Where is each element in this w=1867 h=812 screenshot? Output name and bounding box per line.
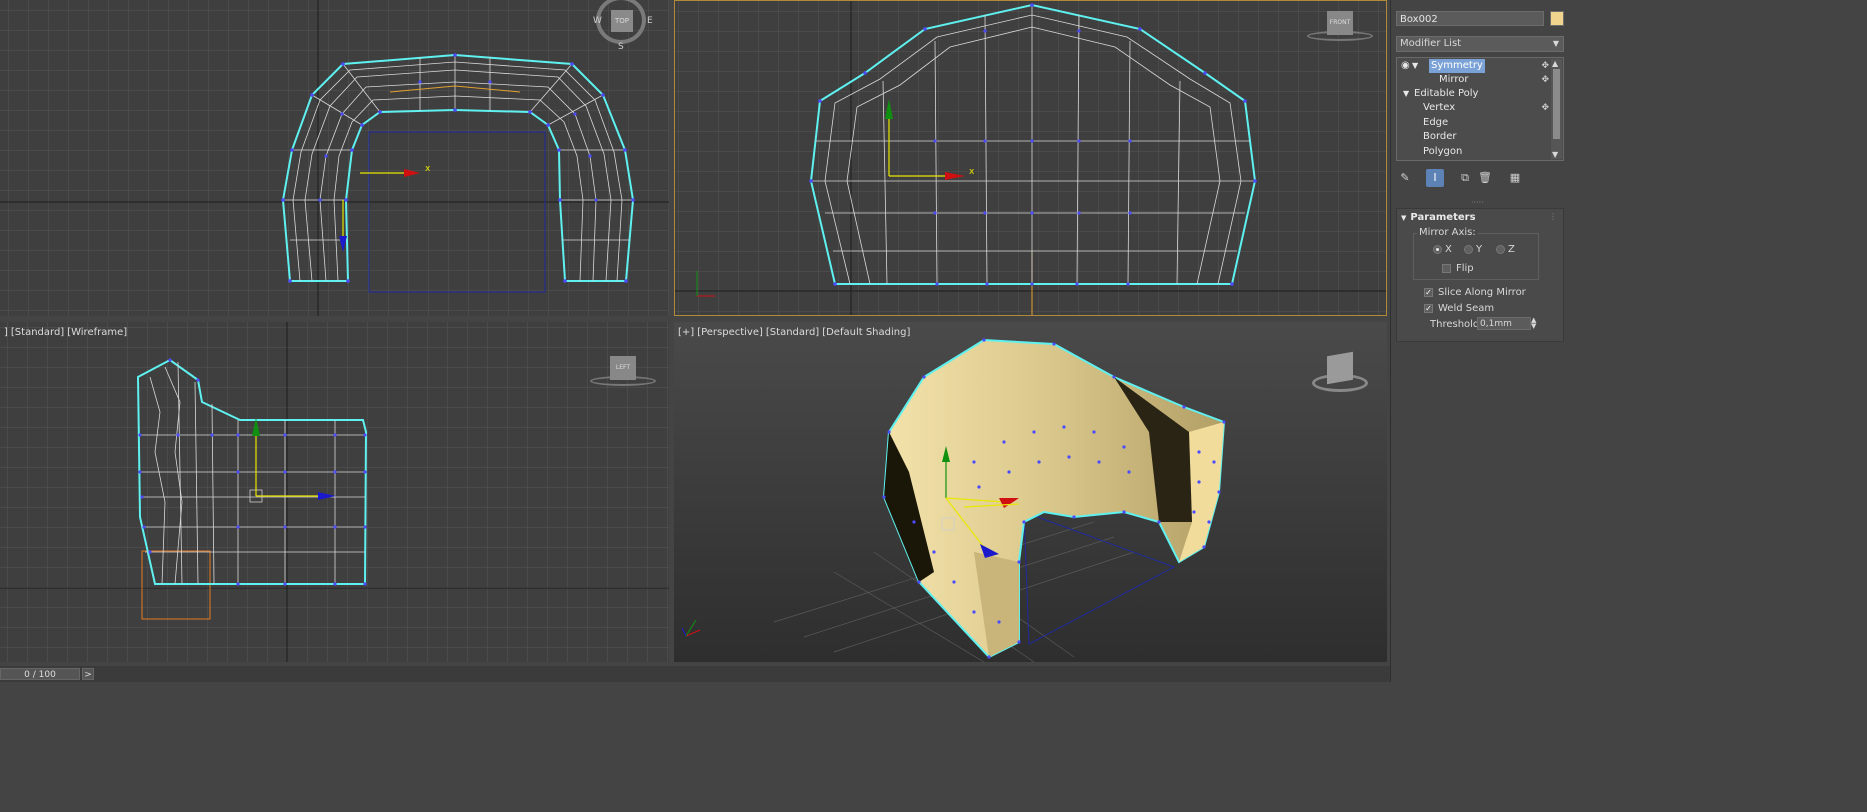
stack-item-vertex[interactable]: Vertex ✥: [1397, 101, 1551, 115]
radio-dot: [1496, 244, 1505, 254]
viewport-left-label[interactable]: ] [Standard] [Wireframe]: [4, 327, 130, 338]
stack-item-editable-poly[interactable]: ▼ Editable Poly: [1397, 87, 1551, 101]
scrollbar-thumb[interactable]: [1553, 69, 1560, 139]
viewport-left-canvas: [0, 322, 669, 662]
viewcube-left[interactable]: LEFT: [590, 354, 660, 390]
threshold-input[interactable]: 0,1mm: [1477, 317, 1531, 330]
stack-item-label: Editable Poly: [1414, 88, 1479, 99]
expand-triangle-icon[interactable]: ▼: [1412, 59, 1418, 73]
threshold-spinner[interactable]: ▲ ▼: [1531, 317, 1536, 330]
axis-x-label: x: [969, 167, 975, 177]
stack-toolbar: ✎ Ⅰ ⧉ 🗑 ▦: [1396, 169, 1564, 187]
radio-dot: [1433, 244, 1442, 254]
show-end-result-icon[interactable]: Ⅰ: [1426, 169, 1444, 187]
stack-item-label: Symmetry: [1429, 59, 1485, 73]
pin-icon: ✥: [1541, 61, 1549, 71]
stack-item-border[interactable]: Border: [1397, 130, 1551, 144]
mirror-axis-label: Mirror Axis:: [1417, 227, 1478, 238]
viewport-front-canvas: [675, 1, 1386, 315]
time-slider-bar: 0 / 100 >: [0, 666, 1390, 682]
object-color-swatch[interactable]: [1550, 11, 1564, 26]
configure-modifier-sets-icon[interactable]: ▦: [1506, 169, 1524, 187]
viewcube-compass[interactable]: TOP W E S: [593, 0, 653, 54]
chevron-down-icon: ▼: [1552, 39, 1559, 48]
panel-separator: ·····: [1471, 198, 1484, 207]
command-panel: Box002 Modifier List ▼ ◉ ▼ Symmetry ✥ Mi…: [1390, 0, 1569, 682]
checkbox-box: [1442, 263, 1451, 273]
modifier-stack[interactable]: ◉ ▼ Symmetry ✥ Mirror ✥ ▼ Editable Poly …: [1396, 57, 1564, 161]
viewport-perspective-canvas: [674, 322, 1387, 662]
rollout-header[interactable]: ▼ Parameters: [1401, 212, 1476, 223]
stack-item-label: Edge: [1423, 117, 1449, 128]
chevron-up-icon[interactable]: ▲: [1552, 59, 1558, 68]
stack-item-edge[interactable]: Edge: [1397, 116, 1551, 130]
viewcube-persp-cube: [1327, 351, 1353, 385]
stack-item-label: Mirror: [1439, 74, 1469, 85]
rollout-grip-icon: ⋮: [1549, 212, 1557, 221]
eye-icon[interactable]: ◉: [1401, 59, 1410, 73]
compass-w: W: [593, 16, 602, 26]
axis-x-radio[interactable]: X: [1433, 244, 1452, 255]
axis-z-radio[interactable]: Z: [1496, 244, 1515, 255]
check-icon: ✓: [1424, 287, 1433, 297]
axis-x-label: x: [425, 164, 431, 174]
weld-seam-checkbox[interactable]: ✓ Weld Seam: [1424, 303, 1494, 314]
pin-stack-icon[interactable]: ✎: [1396, 169, 1414, 187]
viewport-perspective[interactable]: [+] [Perspective] [Standard] [Default Shadi…: [674, 322, 1387, 662]
axis-y-radio[interactable]: Y: [1464, 244, 1482, 255]
stack-item-label: Vertex: [1423, 102, 1456, 113]
viewport-perspective-label[interactable]: [+] [Perspective] [Standard] [Default Shadi…: [678, 327, 913, 338]
radio-dot: [1464, 244, 1473, 254]
collapse-triangle-icon: ▼: [1401, 214, 1407, 222]
parameters-rollout: ▼ Parameters ⋮ Mirror Axis: X Y Z Flip ✓ S…: [1396, 208, 1564, 342]
chevron-down-icon[interactable]: ▼: [1552, 150, 1558, 159]
pin-icon: ✥: [1541, 103, 1549, 113]
time-slider[interactable]: 0 / 100: [0, 668, 80, 680]
slice-along-mirror-checkbox[interactable]: ✓ Slice Along Mirror: [1424, 287, 1526, 298]
viewport-left[interactable]: ] [Standard] [Wireframe] LEFT: [0, 322, 669, 662]
viewcube-left-face: LEFT: [610, 356, 636, 380]
stack-item-label: Border: [1423, 131, 1457, 142]
compass-e: E: [647, 16, 653, 26]
expand-triangle-icon[interactable]: ▼: [1403, 87, 1409, 101]
stack-item-label: Polygon: [1423, 146, 1463, 157]
spinner-down-icon[interactable]: ▼: [1531, 322, 1536, 330]
stack-item-symmetry[interactable]: ◉ ▼ Symmetry ✥: [1397, 59, 1551, 73]
stack-scrollbar[interactable]: ▲ ▼: [1551, 59, 1562, 159]
viewcube-top-face: TOP: [611, 10, 633, 32]
viewcube-front[interactable]: FRONT: [1307, 9, 1377, 45]
threshold-label: Threshold:: [1430, 319, 1483, 330]
viewcube-front-face: FRONT: [1327, 11, 1353, 35]
check-icon: ✓: [1424, 303, 1433, 313]
viewcube-perspective[interactable]: [1310, 348, 1370, 400]
delete-modifier-icon[interactable]: 🗑: [1476, 169, 1494, 187]
object-name-field[interactable]: Box002: [1396, 11, 1544, 26]
mirror-axis-group: [1413, 233, 1539, 280]
modifier-list-dropdown[interactable]: Modifier List ▼: [1396, 36, 1564, 52]
modifier-list-label: Modifier List: [1400, 38, 1462, 49]
viewport-top-canvas: [0, 0, 669, 316]
flip-checkbox[interactable]: Flip: [1442, 263, 1474, 274]
make-unique-icon[interactable]: ⧉: [1456, 169, 1474, 187]
stack-item-mirror[interactable]: Mirror ✥: [1397, 73, 1551, 87]
viewport-top[interactable]: x TOP W E S: [0, 0, 669, 316]
next-frame-button[interactable]: >: [82, 668, 94, 680]
viewport-front[interactable]: x FRONT: [674, 0, 1387, 316]
pin-icon: ✥: [1541, 75, 1549, 85]
compass-s: S: [618, 42, 624, 52]
stack-item-polygon[interactable]: Polygon: [1397, 145, 1551, 159]
